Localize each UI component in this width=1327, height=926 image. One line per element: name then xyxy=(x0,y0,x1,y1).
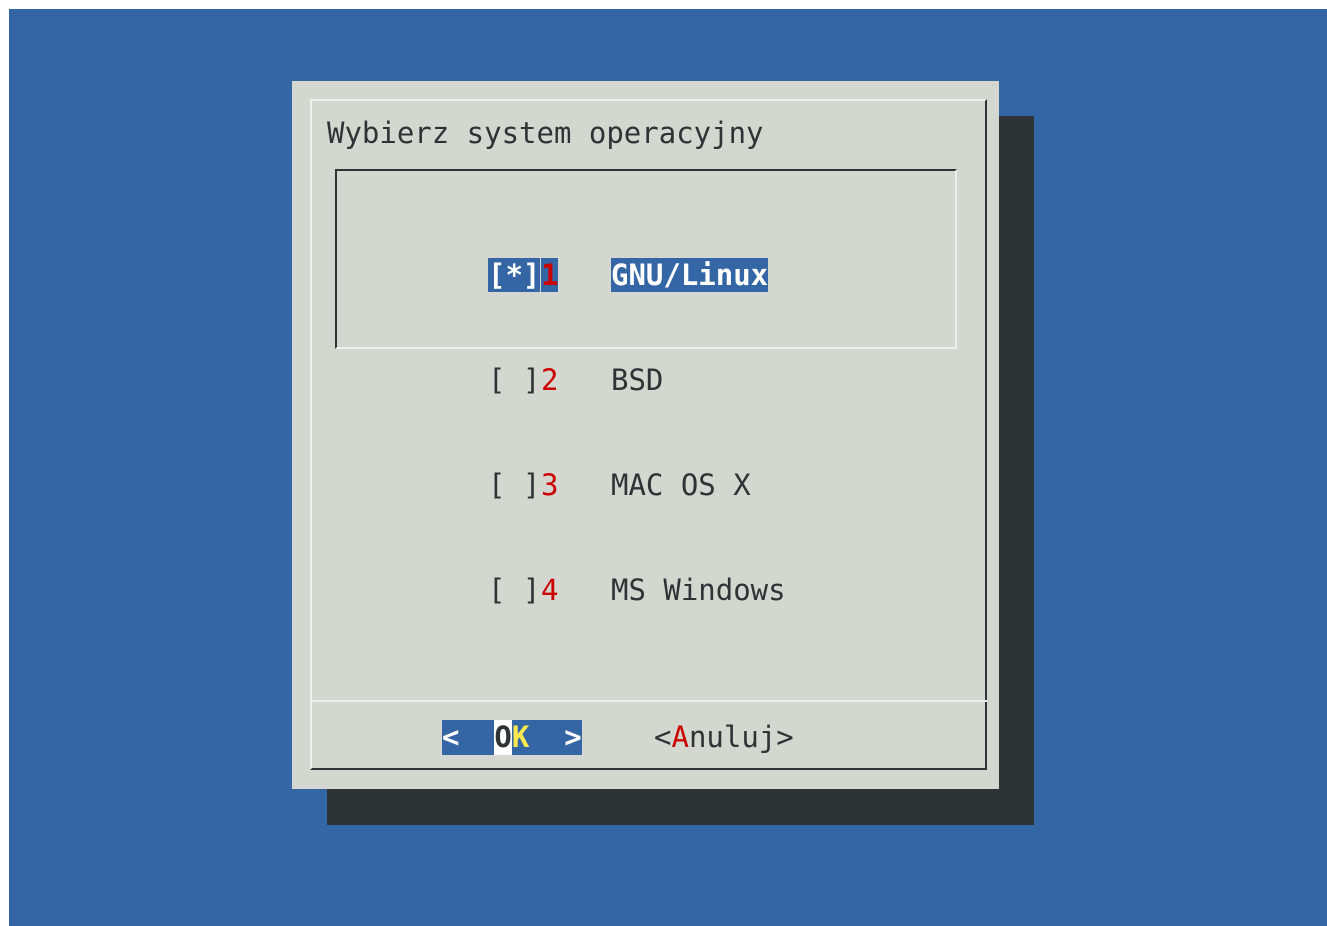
checklist-item-bsd[interactable]: [ ] 2 BSD xyxy=(488,363,786,398)
checklist-item-ms-windows[interactable]: [ ] 4 MS Windows xyxy=(488,573,786,608)
checklist-dialog: Wybierz system operacyjny [*] 1 GNU/Linu… xyxy=(292,81,999,789)
item-tag: 1 xyxy=(541,258,559,292)
checklist-item-mac-os-x[interactable]: [ ] 3 MAC OS X xyxy=(488,468,786,503)
item-label: MS Windows xyxy=(611,573,786,607)
ok-bracket-open: < xyxy=(442,720,460,754)
cancel-hotkey: A xyxy=(671,720,689,754)
item-tag: 4 xyxy=(541,573,559,607)
cancel-bracket-open: < xyxy=(654,720,672,754)
item-label: GNU/Linux xyxy=(611,258,769,292)
item-label: MAC OS X xyxy=(611,468,751,502)
cancel-label-rest: nuluj xyxy=(688,720,777,754)
cancel-button[interactable]: < Anuluj > xyxy=(654,720,794,755)
item-label: BSD xyxy=(611,363,664,397)
checkbox-unchecked[interactable]: [ ] xyxy=(488,363,541,398)
button-bar: < OK > < Anuluj > xyxy=(292,720,999,755)
checkbox-checked[interactable]: [*] xyxy=(488,258,541,292)
ok-button[interactable]: < OK > xyxy=(442,720,582,755)
ok-bracket-close: > xyxy=(564,720,582,754)
item-tag: 3 xyxy=(541,468,559,502)
checklist-item-gnu-linux[interactable]: [*] 1 GNU/Linux xyxy=(488,258,786,293)
ok-first-letter: O xyxy=(494,720,512,755)
checkbox-unchecked[interactable]: [ ] xyxy=(488,573,541,608)
item-tag: 2 xyxy=(541,363,559,397)
checklist: [*] 1 GNU/Linux [ ] 2 BSD [ ] 3 MAC OS X… xyxy=(488,188,786,678)
button-separator xyxy=(310,700,987,702)
cancel-bracket-close: > xyxy=(776,720,794,754)
terminal-screen: Wybierz system operacyjny [*] 1 GNU/Linu… xyxy=(9,9,1327,926)
checkbox-unchecked[interactable]: [ ] xyxy=(488,468,541,503)
ok-hotkey: K xyxy=(511,720,530,754)
dialog-prompt: Wybierz system operacyjny xyxy=(327,116,764,150)
